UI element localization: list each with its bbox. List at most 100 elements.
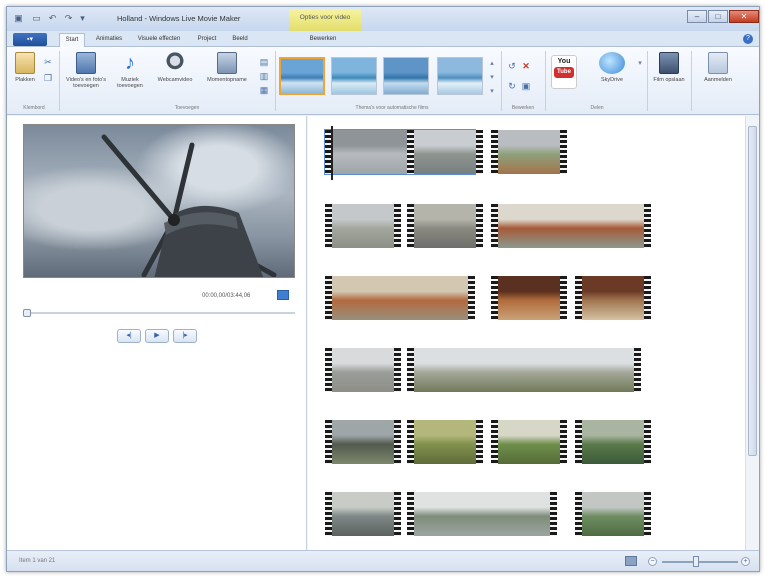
storyboard-clip[interactable] [325,276,475,320]
scrollbar-thumb[interactable] [748,126,757,456]
title-bar: ▣ ▭ ↶ ↷ ▾ Holland - Windows Live Movie M… [7,7,759,31]
redo-icon[interactable]: ↷ [63,13,74,24]
qat-dropdown-icon[interactable]: ▾ [77,13,88,24]
storyboard [308,116,745,552]
tab-beeld[interactable]: Beeld [225,33,255,47]
storyboard-clip[interactable] [325,348,401,392]
undo-icon[interactable]: ↶ [47,13,58,24]
storyboard-clip[interactable] [407,492,557,536]
caption-icon[interactable]: ▥ [259,71,269,81]
cut-icon[interactable]: ✂ [43,57,53,67]
minimize-button[interactable]: – [687,10,707,23]
storyboard-clip[interactable] [575,276,651,320]
storyboard-clip[interactable] [407,420,483,464]
storyboard-clip[interactable] [325,204,401,248]
tab-bewerken[interactable]: Bewerken [299,33,347,47]
theme-thumbnail-4[interactable] [437,57,483,95]
help-icon[interactable]: ? [743,34,753,44]
webcam-icon [165,52,185,74]
copy-icon[interactable]: ❐ [43,73,53,83]
tab-start[interactable]: Start [59,33,85,47]
gallery-down-icon[interactable]: ▾ [487,73,497,83]
skydrive-button[interactable]: SkyDrive [591,52,633,83]
youtube-button[interactable]: You Tube [551,55,579,89]
save-movie-button[interactable]: Film opslaan [651,52,687,83]
context-tab-title: Opties voor video [289,9,361,31]
app-menu-button[interactable]: ▪▾ [13,33,47,46]
film-strip-edge [560,420,567,464]
zoom-slider-thumb[interactable] [693,556,700,567]
storyboard-clip[interactable] [491,130,567,174]
storyboard-clip[interactable] [575,492,651,536]
storyboard-clip[interactable] [407,348,641,392]
storyboard-clip[interactable] [491,276,567,320]
maximize-button[interactable]: □ [708,10,728,23]
fullscreen-icon[interactable] [277,290,289,300]
rotate-right-icon[interactable]: ↻ [507,81,517,91]
seek-bar[interactable] [23,312,295,314]
storyboard-clip[interactable] [325,420,401,464]
film-strip-edge [476,204,483,248]
theme-thumbnail-3[interactable] [383,57,429,95]
credits-icon[interactable]: ▦ [259,85,269,95]
windmill-image [101,134,277,277]
youtube-icon: You Tube [551,55,577,89]
previous-frame-button[interactable]: ◂| [117,329,141,343]
group-label-toevoegen: Toevoegen [174,105,200,111]
snapshot-icon [217,52,237,74]
paste-button[interactable]: Plakken [13,52,37,83]
storyboard-clip[interactable] [575,420,651,464]
snapshot-button[interactable]: Momentopname [201,52,253,83]
add-music-button[interactable]: ♪ Muziek toevoegen [111,52,149,89]
add-videos-photos-button[interactable]: Video's en foto's toevoegen [65,52,107,89]
video-preview[interactable] [23,124,295,278]
tab-visuele-effecten[interactable]: Visuele effecten [131,33,187,47]
film-strip-edge [575,492,582,536]
vertical-scrollbar[interactable] [745,116,759,552]
storyboard-clip[interactable] [407,204,483,248]
film-strip-edge [407,492,414,536]
save-icon[interactable]: ▭ [31,13,42,24]
paste-label: Plakken [15,77,35,83]
seek-thumb[interactable] [23,309,31,317]
add-music-label: Muziek toevoegen [117,77,143,89]
theme-thumbnail-2[interactable] [331,57,377,95]
gallery-more-icon[interactable]: ▾ [487,87,497,97]
film-strip-edge [394,492,401,536]
zoom-in-button[interactable]: + [741,557,750,566]
select-all-icon[interactable]: ▣ [521,81,531,91]
storyboard-clip[interactable] [491,204,651,248]
title-icon[interactable]: ▤ [259,57,269,67]
sign-in-button[interactable]: Aanmelden [697,52,739,83]
playhead-indicator[interactable] [331,126,333,180]
film-strip-edge [407,130,414,174]
play-button[interactable]: ▶ [145,329,169,343]
theme-thumbnail-1[interactable] [279,57,325,95]
storyboard-clip[interactable] [325,492,401,536]
film-strip-edge [394,348,401,392]
film-strip-edge [550,492,557,536]
close-button[interactable]: ✕ [729,10,759,23]
film-strip-edge [491,130,498,174]
film-strip-edge [394,420,401,464]
next-frame-button[interactable]: |▸ [173,329,197,343]
film-strip-edge [407,204,414,248]
tab-animaties[interactable]: Animaties [91,33,127,47]
share-more-icon[interactable]: ▾ [635,59,645,69]
group-separator [501,51,502,111]
skydrive-label: SkyDrive [600,77,623,83]
tab-project[interactable]: Project [191,33,223,47]
zoom-out-button[interactable]: − [648,557,657,566]
zoom-slider[interactable] [662,561,738,563]
storyboard-clip[interactable] [491,420,567,464]
gallery-up-icon[interactable]: ▴ [487,59,497,69]
storyboard-clip[interactable] [407,130,483,174]
rotate-left-icon[interactable]: ↺ [507,61,517,71]
group-separator [59,51,60,111]
storyboard-view-icon[interactable] [625,556,637,566]
film-strip-edge [407,420,414,464]
music-note-icon: ♪ [125,52,135,74]
webcam-video-button[interactable]: Webcamvideo [153,52,197,83]
film-strip-edge [325,492,332,536]
delete-icon[interactable]: ✕ [521,61,531,71]
